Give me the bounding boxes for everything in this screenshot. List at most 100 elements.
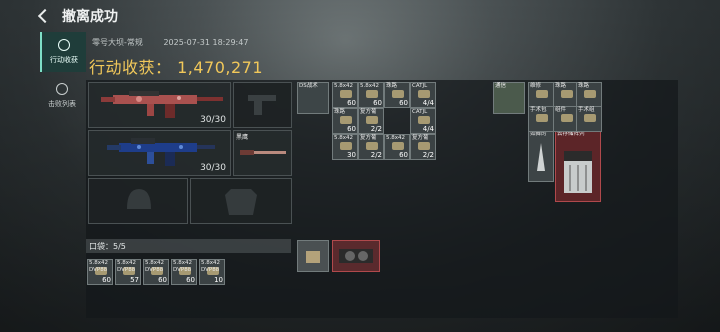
item-name: 通信 (495, 83, 507, 89)
item-name: 云存储阵列 (557, 131, 585, 137)
rig-item[interactable]: CATJL 4/4 (410, 108, 436, 134)
item-count: 60 (399, 99, 408, 107)
raid-meta: 零号大坝-常规 2025-07-31 18:29:47 (92, 37, 266, 48)
rig-item[interactable]: 5.8x42 60 (358, 82, 384, 108)
pouch-item[interactable]: 5.8x42 57 DVP88 (115, 259, 141, 285)
rig-item-headset[interactable]: DS战术 (297, 82, 329, 114)
item-image (366, 142, 378, 150)
pouch-label: 口袋：5/5 (89, 241, 126, 252)
item-name: 5.8x42 (360, 83, 380, 89)
item-count: 4/4 (422, 125, 434, 133)
item-name: 5.8x42 (334, 135, 354, 141)
rig-item[interactable]: 复方葡 2/2 (358, 134, 384, 160)
tab-label: 行动收获 (50, 56, 78, 64)
item-image (366, 116, 378, 124)
backpack-item[interactable]: 维修 (528, 82, 554, 108)
item-name: 珠路 (578, 83, 590, 89)
rig-item[interactable]: 5.8x42 30 (332, 134, 358, 160)
item-image (418, 142, 430, 150)
backpack-item-bag[interactable]: 通信 (493, 82, 525, 114)
item-image (392, 90, 404, 98)
item-name: 5.8x42 (386, 135, 406, 141)
loot-item-gpu[interactable] (332, 240, 380, 272)
item-count: 30 (347, 151, 356, 159)
item-name: 珠路 (386, 83, 398, 89)
header: 撤离成功 (37, 6, 118, 26)
rig-item[interactable]: 珠路 60 (384, 82, 410, 108)
item-image (584, 114, 596, 122)
pistol-icon (248, 95, 276, 115)
pouch-item[interactable]: 5.8x42 10 DVP88 (199, 259, 225, 285)
pouch-item[interactable]: 5.8x42 60 DVP88 (143, 259, 169, 285)
item-name: 5.8x42 (117, 260, 137, 266)
pouch-item[interactable]: 5.8x42 60 DVP88 (171, 259, 197, 285)
item-name: 如舞的 (530, 131, 547, 137)
server-icon (564, 151, 592, 193)
melee-slot[interactable]: 黑鹰 (233, 130, 292, 176)
item-image (536, 90, 548, 98)
rig-item[interactable]: 珠路 60 (332, 108, 358, 134)
item-sub: DVP88 (117, 267, 136, 273)
item-image (366, 90, 378, 98)
rig-item[interactable]: 复方葡 2/2 (358, 108, 384, 134)
item-name: 复方葡 (412, 135, 429, 141)
page-title: 撤离成功 (62, 9, 118, 25)
item-name: CATJL (412, 109, 428, 115)
item-name: 5.8x42 (334, 83, 354, 89)
rig-item[interactable]: CATJL 4/4 (410, 82, 436, 108)
item-image (418, 90, 430, 98)
backpack-item[interactable]: 手术组 (576, 106, 602, 132)
item-sub: DVP88 (145, 267, 164, 273)
item-image (340, 90, 352, 98)
haul-value: 行动收获： 1,470,271 (89, 54, 263, 78)
pouch-capacity: 5/5 (113, 242, 126, 251)
pouch-item[interactable]: 5.8x42 60 DVP88 (87, 259, 113, 285)
weapon-ammo: 30/30 (200, 115, 226, 125)
item-count: 60 (399, 151, 408, 159)
item-count: 4/4 (422, 99, 434, 107)
weapon-ammo: 30/30 (200, 163, 226, 173)
haul-label: 行动收获： (89, 58, 172, 77)
item-count: 60 (373, 99, 382, 107)
item-image (418, 116, 430, 124)
item-image (340, 142, 352, 150)
item-count: 2/2 (422, 151, 434, 159)
rig-item[interactable]: 5.8x42 60 (384, 134, 410, 160)
gpu-icon (339, 249, 373, 263)
item-count: 60 (347, 99, 356, 107)
loot-item-bag[interactable] (297, 240, 329, 272)
item-name: 5.8x42 (173, 260, 193, 266)
item-sub: DVP88 (89, 267, 108, 273)
rig-item[interactable]: 5.8x42 60 (332, 82, 358, 108)
backpack-item[interactable]: 手术包 (528, 106, 554, 132)
item-image (392, 142, 404, 150)
backpack-item[interactable]: 珠路 (576, 82, 602, 108)
item-sub: DVP88 (173, 267, 192, 273)
haul-number: 1,470,271 (177, 58, 264, 77)
tab-haul[interactable]: 行动收获 (40, 32, 86, 72)
tab-kills[interactable]: 击败列表 (40, 76, 84, 116)
target-icon (58, 39, 70, 51)
item-name: 5.8x42 (145, 260, 165, 266)
item-name: 5.8x42 (201, 260, 221, 266)
item-count: 2/2 (370, 125, 382, 133)
rig-item[interactable]: 复方葡 2/2 (410, 134, 436, 160)
item-name: DS战术 (299, 83, 318, 89)
backpack-item-storage-array[interactable]: 云存储阵列 (555, 130, 601, 202)
item-name: 维修 (530, 83, 542, 89)
back-icon[interactable] (37, 8, 53, 24)
sidearm-slot[interactable] (233, 82, 292, 128)
item-name: CATJL (412, 83, 428, 89)
backpack-item-statue[interactable]: 如舞的 (528, 130, 554, 182)
item-name: 珠路 (555, 83, 567, 89)
item-name: 手术组 (578, 107, 595, 113)
secondary-weapon-slot[interactable]: 30/30 (88, 130, 231, 176)
item-count: 57 (130, 276, 139, 284)
item-count: 60 (347, 125, 356, 133)
melee-label: 黑鹰 (236, 134, 249, 141)
helmet-slot[interactable] (88, 178, 188, 224)
armor-slot[interactable] (190, 178, 292, 224)
primary-weapon-slot[interactable]: 30/30 (88, 82, 231, 128)
pouch-title: 口袋： (89, 242, 113, 251)
item-name: 组件 (555, 107, 567, 113)
